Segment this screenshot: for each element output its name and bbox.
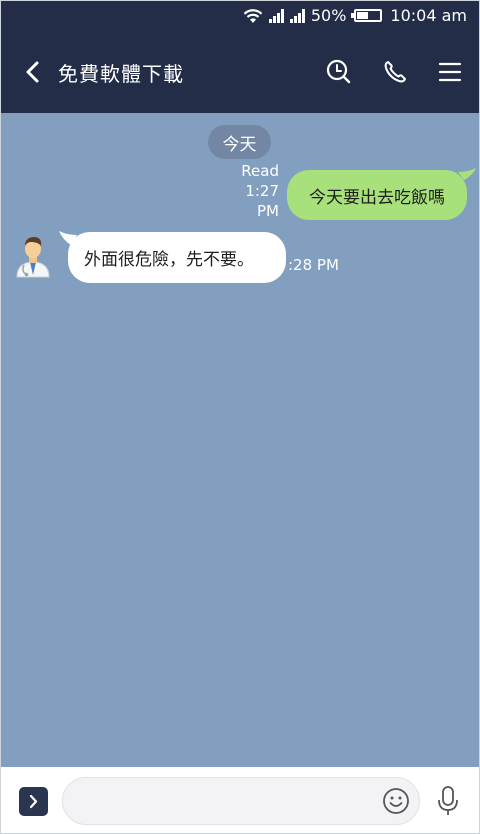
app-window: 50% 10:04 am 免費軟體下載 今天 Read 1:27 PM 今天要出… bbox=[0, 0, 480, 834]
date-separator: 今天 bbox=[208, 125, 271, 159]
read-label: Read bbox=[241, 162, 279, 180]
expand-menu-button[interactable] bbox=[19, 787, 48, 816]
incoming-message-bubble[interactable]: 外面很危險，先不要。 bbox=[68, 232, 286, 283]
status-indicators: 50% 10:04 am bbox=[243, 6, 467, 25]
battery-icon bbox=[351, 9, 383, 22]
search-icon[interactable] bbox=[321, 54, 357, 90]
bubble-tail bbox=[458, 168, 476, 180]
signal-icon bbox=[289, 8, 305, 23]
battery-level bbox=[357, 12, 369, 19]
message-time: 1:27 bbox=[245, 182, 279, 200]
battery-percent: 50% bbox=[310, 6, 347, 25]
message-time-period: PM bbox=[257, 202, 279, 220]
message-text: 外面很危險，先不要。 bbox=[84, 250, 254, 270]
microphone-icon[interactable] bbox=[435, 785, 461, 817]
emoji-icon[interactable] bbox=[382, 787, 410, 815]
chat-title: 免費軟體下載 bbox=[58, 62, 184, 86]
message-time: :28 PM bbox=[288, 256, 339, 274]
doctor-avatar-icon[interactable] bbox=[13, 231, 53, 279]
read-receipt: Read 1:27 PM bbox=[241, 161, 279, 221]
phone-icon[interactable] bbox=[377, 54, 413, 90]
chevron-right-icon bbox=[29, 794, 38, 809]
message-input[interactable] bbox=[81, 790, 385, 814]
chat-area[interactable]: 今天 Read 1:27 PM 今天要出去吃飯嗎 外面很危險，先不要。 :28 bbox=[1, 113, 479, 767]
message-input-bar bbox=[1, 767, 479, 833]
signal-icon bbox=[268, 8, 284, 23]
status-bar: 50% 10:04 am bbox=[1, 1, 479, 32]
message-field[interactable] bbox=[62, 777, 420, 825]
message-text: 今天要出去吃飯嗎 bbox=[309, 187, 445, 208]
menu-icon[interactable] bbox=[432, 54, 468, 90]
clock: 10:04 am bbox=[390, 6, 467, 25]
chat-header: 免費軟體下載 bbox=[1, 32, 479, 113]
wifi-icon bbox=[243, 8, 263, 23]
outgoing-message-bubble[interactable]: 今天要出去吃飯嗎 bbox=[287, 170, 467, 220]
back-arrow-icon[interactable] bbox=[17, 54, 49, 90]
